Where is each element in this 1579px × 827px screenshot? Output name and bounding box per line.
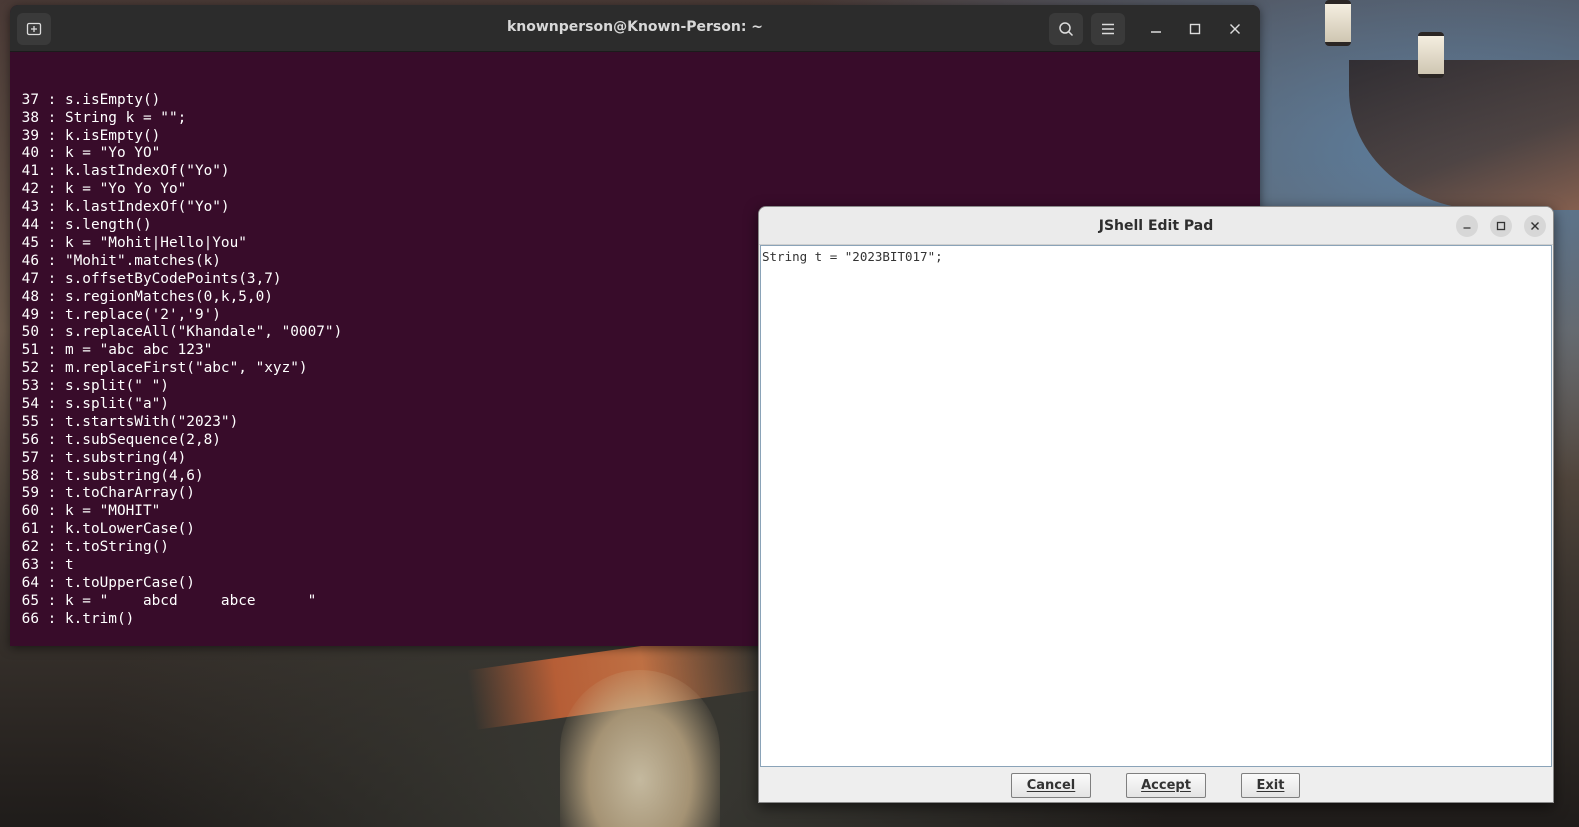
edit-pad-title-bar[interactable]: JShell Edit Pad [759,207,1553,245]
wallpaper-lantern [1418,32,1444,78]
wallpaper-roof [1349,60,1579,210]
minimize-icon[interactable] [1456,215,1478,237]
wallpaper-arch [560,670,720,827]
minimize-icon[interactable] [1139,13,1173,45]
accept-button[interactable]: Accept [1126,773,1206,798]
exit-button[interactable]: Exit [1241,773,1300,798]
history-line: 39 : k.isEmpty() [13,127,161,144]
maximize-icon[interactable] [1490,215,1512,237]
history-line: 37 : s.isEmpty() [13,91,161,108]
edit-pad-button-bar: Cancel Accept Exit [759,767,1553,802]
jshell-edit-pad-window[interactable]: JShell Edit Pad String t = "2023BIT017";… [758,206,1554,803]
edit-pad-text-area[interactable]: String t = "2023BIT017"; [760,245,1552,767]
history-line: 40 : k = "Yo YO" [13,145,161,162]
close-icon[interactable] [1524,215,1546,237]
edit-pad-title: JShell Edit Pad [1098,218,1214,234]
hamburger-menu-icon[interactable] [1091,13,1125,45]
search-icon[interactable] [1049,13,1083,45]
close-icon[interactable] [1218,13,1252,45]
wallpaper-lantern [1325,0,1351,46]
history-line: 41 : k.lastIndexOf("Yo") [13,163,230,180]
terminal-header-bar[interactable]: knownperson@Known-Person: ~ [10,5,1260,52]
maximize-icon[interactable] [1178,13,1212,45]
history-line: 42 : k = "Yo Yo Yo" [13,181,187,198]
cancel-button[interactable]: Cancel [1011,773,1091,798]
history-line: 38 : String k = ""; [13,109,187,126]
